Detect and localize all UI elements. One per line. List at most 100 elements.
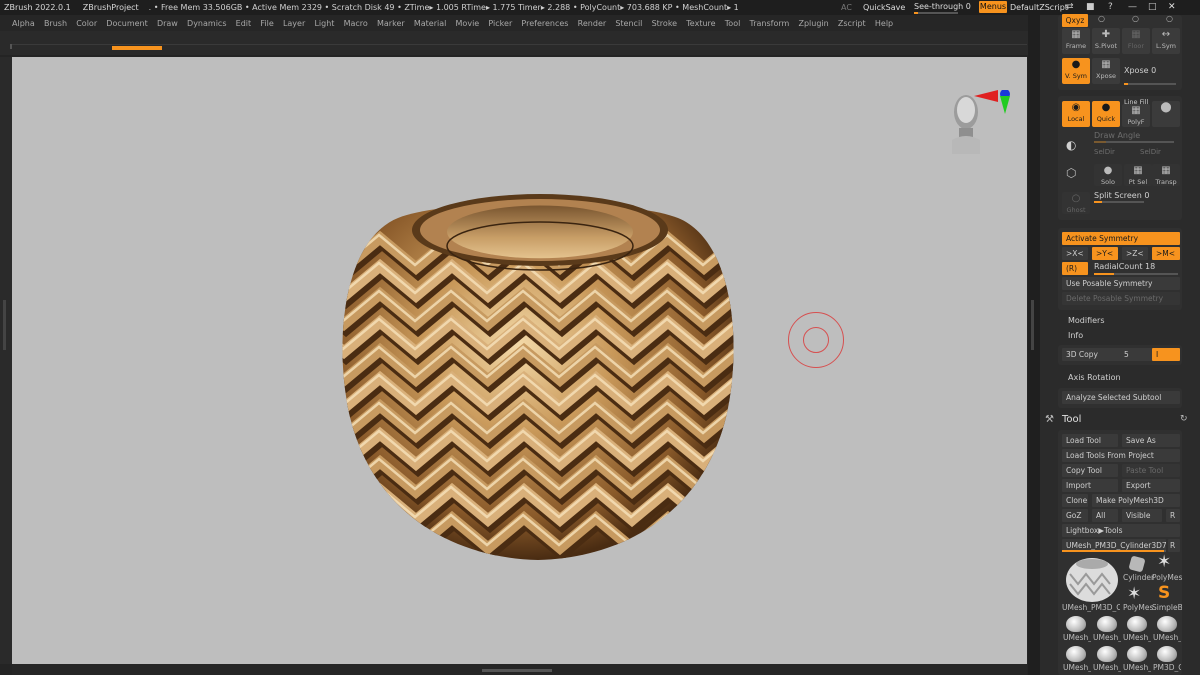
see-through-slider[interactable]: See-through 0 xyxy=(914,2,971,14)
activate-symmetry-button[interactable]: Activate Symmetry xyxy=(1062,232,1180,245)
goz-all-button[interactable]: All xyxy=(1092,509,1118,522)
polymesh-star-icon[interactable]: ✶ xyxy=(1157,552,1171,572)
umesh-thumb-5[interactable] xyxy=(1066,646,1086,662)
radial-button[interactable]: (R) xyxy=(1062,262,1088,275)
help-icon[interactable]: ? xyxy=(1108,2,1113,12)
xpose-button[interactable]: ▦ Xpose xyxy=(1092,58,1120,84)
sym-icon-c[interactable]: ○ xyxy=(1166,14,1173,23)
draw-angle-slider[interactable] xyxy=(1094,141,1174,143)
cube-icon[interactable]: ⬡ xyxy=(1066,166,1076,180)
copy-3d-toggle[interactable]: I xyxy=(1152,348,1180,361)
close-icon[interactable]: ✕ xyxy=(1168,2,1176,12)
polyf-button[interactable]: ▦ PolyF xyxy=(1122,104,1150,127)
material-sphere-button[interactable]: ⬤ xyxy=(1152,101,1180,127)
m-axis-button[interactable]: >M< xyxy=(1152,247,1180,260)
modifiers-header[interactable]: Modifiers xyxy=(1068,316,1105,325)
z-axis-button[interactable]: >Z< xyxy=(1122,247,1148,260)
menu-marker[interactable]: Marker xyxy=(377,19,405,28)
contrast-icon[interactable]: ◐ xyxy=(1066,138,1076,152)
menu-movie[interactable]: Movie xyxy=(456,19,480,28)
menu-stroke[interactable]: Stroke xyxy=(652,19,678,28)
menu-picker[interactable]: Picker xyxy=(488,19,512,28)
sym-icon-a[interactable]: ○ xyxy=(1098,14,1105,23)
pt-sel-button[interactable]: ▦ Pt Sel xyxy=(1124,164,1152,186)
menu-alpha[interactable]: Alpha xyxy=(12,19,35,28)
menu-brush[interactable]: Brush xyxy=(44,19,67,28)
solo-button[interactable]: ● Solo xyxy=(1094,164,1122,186)
maximize-icon[interactable]: □ xyxy=(1148,2,1157,12)
menu-color[interactable]: Color xyxy=(76,19,97,28)
menu-render[interactable]: Render xyxy=(578,19,606,28)
quick-button[interactable]: ● Quick xyxy=(1092,101,1120,127)
sel-dir-b[interactable]: SelDir xyxy=(1140,148,1161,156)
goz-visible-button[interactable]: Visible xyxy=(1122,509,1162,522)
sym-icon-b[interactable]: ○ xyxy=(1132,14,1139,23)
current-tool-bar[interactable] xyxy=(1062,550,1166,552)
xyz-button[interactable]: Qxyz xyxy=(1062,14,1088,27)
bottom-tray-grip[interactable] xyxy=(482,669,552,672)
delete-posable-symmetry-button[interactable]: Delete Posable Symmetry xyxy=(1062,292,1180,305)
sel-dir-a[interactable]: SelDir xyxy=(1094,148,1115,156)
frame-button[interactable]: ▦ Frame xyxy=(1062,28,1090,54)
menus-toggle-button[interactable]: Menus xyxy=(979,1,1007,13)
menu-preferences[interactable]: Preferences xyxy=(521,19,568,28)
l-sym-button[interactable]: ↔ L.Sym xyxy=(1152,28,1180,54)
umesh-thumb-8[interactable] xyxy=(1157,646,1177,662)
menu-macro[interactable]: Macro xyxy=(344,19,368,28)
shelf-scroll-handle[interactable] xyxy=(112,46,162,50)
refresh-icon[interactable]: ↻ xyxy=(1180,414,1188,424)
menu-zplugin[interactable]: Zplugin xyxy=(798,19,828,28)
layout-icon[interactable]: ■ xyxy=(1086,2,1095,12)
copy-tool-button[interactable]: Copy Tool xyxy=(1062,464,1118,477)
vase-3d-model[interactable] xyxy=(328,178,748,568)
umesh-thumb-3[interactable] xyxy=(1127,616,1147,632)
load-tools-from-project-button[interactable]: Load Tools From Project xyxy=(1062,449,1180,462)
menu-dynamics[interactable]: Dynamics xyxy=(187,19,226,28)
cylinder-tool-thumbnail[interactable] xyxy=(1126,553,1148,575)
s-pivot-button[interactable]: ✚ S.Pivot xyxy=(1092,28,1120,54)
import-button[interactable]: Import xyxy=(1062,479,1118,492)
navigation-head-gizmo[interactable] xyxy=(946,90,1016,156)
umesh-thumb-1[interactable] xyxy=(1066,616,1086,632)
tool-palette-header[interactable]: Tool xyxy=(1062,414,1081,425)
xpose-slider[interactable] xyxy=(1124,83,1176,85)
menu-file[interactable]: File xyxy=(260,19,273,28)
y-axis-button[interactable]: >Y< xyxy=(1092,247,1118,260)
analyze-subtool-button[interactable]: Analyze Selected Subtool xyxy=(1062,391,1180,404)
menu-stencil[interactable]: Stencil xyxy=(615,19,642,28)
clone-button[interactable]: Clone xyxy=(1062,494,1088,507)
menu-texture[interactable]: Texture xyxy=(686,19,715,28)
menu-material[interactable]: Material xyxy=(414,19,447,28)
left-tray-grip[interactable] xyxy=(3,300,6,350)
umesh-thumb-6[interactable] xyxy=(1097,646,1117,662)
default-zscript-button[interactable]: DefaultZScript xyxy=(1010,3,1068,12)
menu-draw[interactable]: Draw xyxy=(157,19,178,28)
info-header[interactable]: Info xyxy=(1068,331,1083,340)
export-button[interactable]: Export xyxy=(1122,479,1180,492)
use-posable-symmetry-button[interactable]: Use Posable Symmetry xyxy=(1062,277,1180,290)
goz-button[interactable]: GoZ xyxy=(1062,509,1088,522)
make-polymesh-button[interactable]: Make PolyMesh3D xyxy=(1092,494,1180,507)
menu-help[interactable]: Help xyxy=(875,19,893,28)
menu-document[interactable]: Document xyxy=(106,19,147,28)
umesh-thumb-2[interactable] xyxy=(1097,616,1117,632)
x-axis-button[interactable]: >X< xyxy=(1062,247,1088,260)
current-tool-thumbnail[interactable] xyxy=(1064,554,1120,604)
quicksave-button[interactable]: QuickSave xyxy=(863,3,905,12)
current-tool-r-button[interactable]: R xyxy=(1168,539,1180,552)
paste-tool-button[interactable]: Paste Tool xyxy=(1122,464,1180,477)
axis-rotation-header[interactable]: Axis Rotation xyxy=(1068,373,1121,382)
radial-count-slider[interactable] xyxy=(1094,273,1178,275)
split-screen-slider[interactable] xyxy=(1094,201,1144,203)
v-sym-button[interactable]: ● V. Sym xyxy=(1062,58,1090,84)
swap-icon[interactable]: ⇄ xyxy=(1066,2,1074,12)
umesh-thumb-4[interactable] xyxy=(1157,616,1177,632)
umesh-thumb-7[interactable] xyxy=(1127,646,1147,662)
floor-button[interactable]: ▦ Floor xyxy=(1122,28,1150,54)
minimize-icon[interactable]: — xyxy=(1128,2,1137,12)
simplebrush-icon[interactable]: S xyxy=(1158,583,1170,603)
save-as-button[interactable]: Save As xyxy=(1122,434,1180,447)
right-tray-grip[interactable] xyxy=(1031,300,1034,350)
menu-edit[interactable]: Edit xyxy=(236,19,252,28)
menu-layer[interactable]: Layer xyxy=(283,19,305,28)
